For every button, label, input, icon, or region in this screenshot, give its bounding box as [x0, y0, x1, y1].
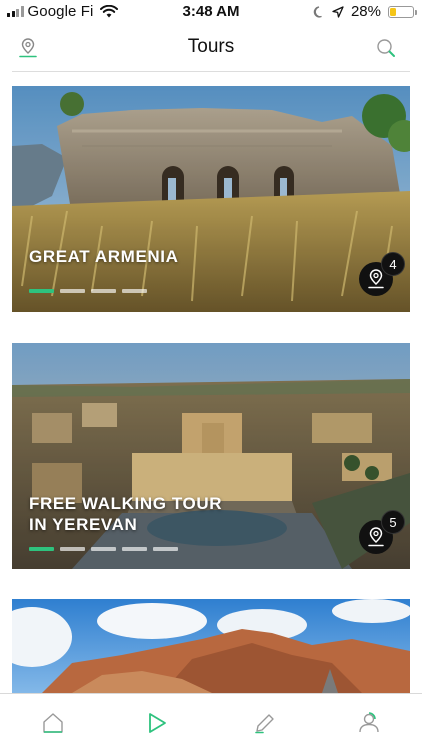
search-icon — [377, 39, 395, 57]
tour-photo — [12, 599, 410, 693]
carousel-dot[interactable] — [91, 289, 116, 293]
user-icon — [359, 712, 379, 733]
tours-screen: Google Fi 3:48 AM 28% Tours GREAT ARMENI… — [0, 0, 422, 750]
location-arrow-icon — [332, 5, 344, 18]
home-icon — [43, 713, 63, 733]
battery-tip — [415, 9, 417, 15]
stops-count-badge: 5 — [381, 510, 405, 534]
carousel-dots — [29, 547, 178, 551]
tab-home[interactable] — [38, 708, 68, 738]
tab-tours[interactable] — [142, 708, 172, 738]
tour-title: GREAT ARMENIA — [29, 247, 179, 266]
stops-count-badge: 4 — [381, 252, 405, 276]
carousel-dot[interactable] — [29, 289, 54, 293]
battery-fill — [390, 7, 396, 16]
tab-edit[interactable] — [250, 708, 280, 738]
status-right: 28% — [313, 3, 417, 20]
carousel-dots — [29, 289, 147, 293]
carousel-dot[interactable] — [122, 547, 147, 551]
carousel-dot[interactable] — [153, 547, 178, 551]
tour-card[interactable]: GREAT ARMENIA 4 — [12, 86, 410, 312]
pencil-icon — [255, 714, 274, 734]
carousel-dot[interactable] — [60, 547, 85, 551]
status-bar: Google Fi 3:48 AM 28% — [0, 0, 422, 24]
search-button[interactable] — [372, 34, 400, 62]
tour-photo — [12, 343, 410, 569]
tour-title: FREE WALKING TOUR IN YEREVAN — [29, 494, 223, 534]
carousel-dot[interactable] — [122, 289, 147, 293]
tour-photo — [12, 86, 410, 312]
tour-card[interactable] — [12, 599, 410, 693]
carousel-dot[interactable] — [29, 547, 54, 551]
tab-profile[interactable] — [354, 708, 384, 738]
battery-icon — [388, 5, 417, 18]
nav-header: Tours — [0, 24, 422, 72]
battery-percent: 28% — [350, 3, 381, 20]
moon-icon — [313, 5, 322, 18]
tour-card[interactable]: FREE WALKING TOUR IN YEREVAN 5 — [12, 343, 410, 569]
carousel-dot[interactable] — [91, 547, 116, 551]
page-title: Tours — [187, 36, 235, 57]
carousel-dot[interactable] — [60, 289, 85, 293]
tab-bar — [0, 693, 422, 750]
play-icon — [149, 713, 166, 733]
header-divider — [12, 71, 410, 72]
